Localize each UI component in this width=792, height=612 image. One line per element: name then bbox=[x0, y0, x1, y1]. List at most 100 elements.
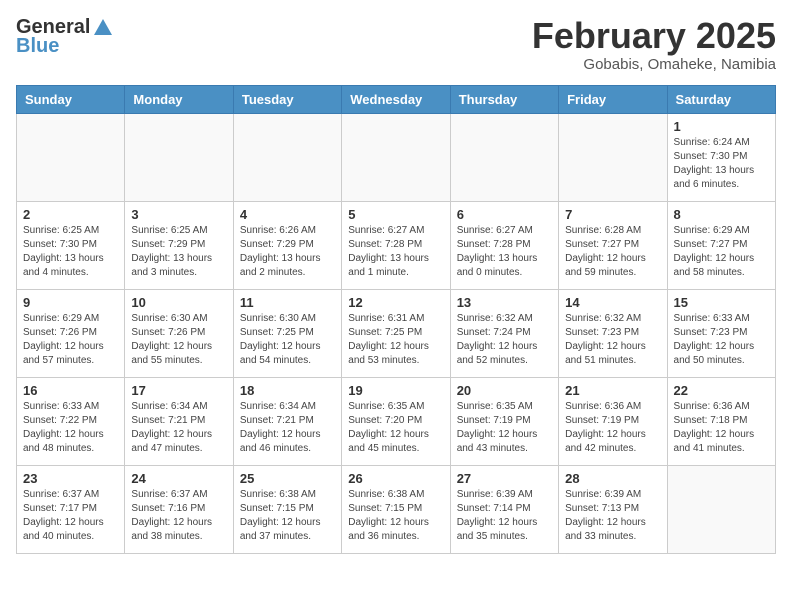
calendar-cell: 11 Sunrise: 6:30 AM Sunset: 7:25 PM Dayli… bbox=[233, 289, 341, 377]
day-number: 28 bbox=[565, 471, 660, 486]
calendar-cell: 15Sunrise: 6:33 AM Sunset: 7:23 PM Dayli… bbox=[667, 289, 775, 377]
calendar-cell bbox=[233, 113, 341, 201]
calendar-cell: 1Sunrise: 6:24 AM Sunset: 7:30 PM Daylig… bbox=[667, 113, 775, 201]
calendar-cell: 9 Sunrise: 6:29 AM Sunset: 7:26 PM Daylig… bbox=[17, 289, 125, 377]
day-number: 4 bbox=[240, 207, 335, 222]
day-info: Sunrise: 6:32 AM Sunset: 7:23 PM Dayligh… bbox=[565, 312, 660, 368]
day-number: 26 bbox=[348, 471, 443, 486]
logo: General Blue bbox=[16, 16, 114, 58]
week-row-4: 16 Sunrise: 6:33 AM Sunset: 7:22 PM Dayli… bbox=[17, 377, 776, 465]
day-number: 18 bbox=[240, 383, 335, 398]
logo-blue-text: Blue bbox=[16, 35, 59, 58]
page-header: General Blue February 2025 Gobabis, Omah… bbox=[16, 16, 776, 73]
day-info: Sunrise: 6:33 AM Sunset: 7:22 PM Dayligh… bbox=[23, 400, 118, 456]
day-number: 20 bbox=[457, 383, 552, 398]
day-number: 21 bbox=[565, 383, 660, 398]
day-info: Sunrise: 6:26 AM Sunset: 7:29 PM Dayligh… bbox=[240, 224, 335, 280]
day-info: Sunrise: 6:30 AM Sunset: 7:26 PM Dayligh… bbox=[131, 312, 226, 368]
calendar-cell: 7 Sunrise: 6:28 AM Sunset: 7:27 PM Daylig… bbox=[559, 201, 667, 289]
day-number: 13 bbox=[457, 295, 552, 310]
calendar-cell: 19 Sunrise: 6:35 AM Sunset: 7:20 PM Dayli… bbox=[342, 377, 450, 465]
day-info: Sunrise: 6:38 AM Sunset: 7:15 PM Dayligh… bbox=[348, 488, 443, 544]
day-number: 12 bbox=[348, 295, 443, 310]
day-info: Sunrise: 6:39 AM Sunset: 7:13 PM Dayligh… bbox=[565, 488, 660, 544]
day-info: Sunrise: 6:25 AM Sunset: 7:30 PM Dayligh… bbox=[23, 224, 118, 280]
week-row-5: 23 Sunrise: 6:37 AM Sunset: 7:17 PM Dayli… bbox=[17, 465, 776, 553]
day-number: 3 bbox=[131, 207, 226, 222]
day-info: Sunrise: 6:28 AM Sunset: 7:27 PM Dayligh… bbox=[565, 224, 660, 280]
weekday-header-wednesday: Wednesday bbox=[342, 85, 450, 113]
day-number: 17 bbox=[131, 383, 226, 398]
calendar-cell: 27Sunrise: 6:39 AM Sunset: 7:14 PM Dayli… bbox=[450, 465, 558, 553]
day-info: Sunrise: 6:29 AM Sunset: 7:27 PM Dayligh… bbox=[674, 224, 769, 280]
week-row-1: 1Sunrise: 6:24 AM Sunset: 7:30 PM Daylig… bbox=[17, 113, 776, 201]
calendar-cell: 4 Sunrise: 6:26 AM Sunset: 7:29 PM Daylig… bbox=[233, 201, 341, 289]
day-number: 10 bbox=[131, 295, 226, 310]
calendar-cell: 8 Sunrise: 6:29 AM Sunset: 7:27 PM Daylig… bbox=[667, 201, 775, 289]
calendar-cell: 21 Sunrise: 6:36 AM Sunset: 7:19 PM Dayli… bbox=[559, 377, 667, 465]
calendar-cell: 24Sunrise: 6:37 AM Sunset: 7:16 PM Dayli… bbox=[125, 465, 233, 553]
weekday-header-saturday: Saturday bbox=[667, 85, 775, 113]
calendar-cell bbox=[342, 113, 450, 201]
month-year-title: February 2025 bbox=[532, 16, 776, 56]
weekday-header-thursday: Thursday bbox=[450, 85, 558, 113]
calendar-cell: 6 Sunrise: 6:27 AM Sunset: 7:28 PM Daylig… bbox=[450, 201, 558, 289]
day-number: 8 bbox=[674, 207, 769, 222]
calendar-cell bbox=[17, 113, 125, 201]
calendar-cell: 26 Sunrise: 6:38 AM Sunset: 7:15 PM Dayli… bbox=[342, 465, 450, 553]
day-info: Sunrise: 6:32 AM Sunset: 7:24 PM Dayligh… bbox=[457, 312, 552, 368]
calendar-cell: 2 Sunrise: 6:25 AM Sunset: 7:30 PM Daylig… bbox=[17, 201, 125, 289]
calendar-cell bbox=[125, 113, 233, 201]
day-info: Sunrise: 6:35 AM Sunset: 7:19 PM Dayligh… bbox=[457, 400, 552, 456]
calendar-table: SundayMondayTuesdayWednesdayThursdayFrid… bbox=[16, 85, 776, 554]
day-info: Sunrise: 6:34 AM Sunset: 7:21 PM Dayligh… bbox=[131, 400, 226, 456]
day-number: 23 bbox=[23, 471, 118, 486]
week-row-3: 9 Sunrise: 6:29 AM Sunset: 7:26 PM Daylig… bbox=[17, 289, 776, 377]
day-info: Sunrise: 6:31 AM Sunset: 7:25 PM Dayligh… bbox=[348, 312, 443, 368]
day-number: 9 bbox=[23, 295, 118, 310]
calendar-cell: 5 Sunrise: 6:27 AM Sunset: 7:28 PM Daylig… bbox=[342, 201, 450, 289]
day-number: 22 bbox=[674, 383, 769, 398]
day-number: 27 bbox=[457, 471, 552, 486]
calendar-cell bbox=[559, 113, 667, 201]
day-number: 11 bbox=[240, 295, 335, 310]
day-number: 6 bbox=[457, 207, 552, 222]
day-info: Sunrise: 6:29 AM Sunset: 7:26 PM Dayligh… bbox=[23, 312, 118, 368]
calendar-cell: 12 Sunrise: 6:31 AM Sunset: 7:25 PM Dayli… bbox=[342, 289, 450, 377]
day-info: Sunrise: 6:36 AM Sunset: 7:19 PM Dayligh… bbox=[565, 400, 660, 456]
calendar-cell: 25Sunrise: 6:38 AM Sunset: 7:15 PM Dayli… bbox=[233, 465, 341, 553]
day-info: Sunrise: 6:27 AM Sunset: 7:28 PM Dayligh… bbox=[348, 224, 443, 280]
calendar-cell bbox=[450, 113, 558, 201]
day-info: Sunrise: 6:37 AM Sunset: 7:16 PM Dayligh… bbox=[131, 488, 226, 544]
day-info: Sunrise: 6:35 AM Sunset: 7:20 PM Dayligh… bbox=[348, 400, 443, 456]
day-number: 7 bbox=[565, 207, 660, 222]
logo-icon bbox=[92, 17, 114, 39]
week-row-2: 2 Sunrise: 6:25 AM Sunset: 7:30 PM Daylig… bbox=[17, 201, 776, 289]
day-info: Sunrise: 6:30 AM Sunset: 7:25 PM Dayligh… bbox=[240, 312, 335, 368]
calendar-cell: 22Sunrise: 6:36 AM Sunset: 7:18 PM Dayli… bbox=[667, 377, 775, 465]
calendar-cell: 17 Sunrise: 6:34 AM Sunset: 7:21 PM Dayli… bbox=[125, 377, 233, 465]
day-number: 19 bbox=[348, 383, 443, 398]
day-number: 5 bbox=[348, 207, 443, 222]
calendar-cell: 13 Sunrise: 6:32 AM Sunset: 7:24 PM Dayli… bbox=[450, 289, 558, 377]
day-info: Sunrise: 6:34 AM Sunset: 7:21 PM Dayligh… bbox=[240, 400, 335, 456]
day-info: Sunrise: 6:37 AM Sunset: 7:17 PM Dayligh… bbox=[23, 488, 118, 544]
weekday-header-friday: Friday bbox=[559, 85, 667, 113]
calendar-cell: 10 Sunrise: 6:30 AM Sunset: 7:26 PM Dayli… bbox=[125, 289, 233, 377]
weekday-header-monday: Monday bbox=[125, 85, 233, 113]
day-info: Sunrise: 6:33 AM Sunset: 7:23 PM Dayligh… bbox=[674, 312, 769, 368]
day-info: Sunrise: 6:24 AM Sunset: 7:30 PM Dayligh… bbox=[674, 136, 769, 192]
calendar-cell: 16 Sunrise: 6:33 AM Sunset: 7:22 PM Dayli… bbox=[17, 377, 125, 465]
location-subtitle: Gobabis, Omaheke, Namibia bbox=[532, 56, 776, 73]
calendar-cell: 20 Sunrise: 6:35 AM Sunset: 7:19 PM Dayli… bbox=[450, 377, 558, 465]
weekday-header-tuesday: Tuesday bbox=[233, 85, 341, 113]
day-number: 16 bbox=[23, 383, 118, 398]
day-info: Sunrise: 6:25 AM Sunset: 7:29 PM Dayligh… bbox=[131, 224, 226, 280]
calendar-cell: 23 Sunrise: 6:37 AM Sunset: 7:17 PM Dayli… bbox=[17, 465, 125, 553]
day-info: Sunrise: 6:27 AM Sunset: 7:28 PM Dayligh… bbox=[457, 224, 552, 280]
day-info: Sunrise: 6:38 AM Sunset: 7:15 PM Dayligh… bbox=[240, 488, 335, 544]
day-number: 2 bbox=[23, 207, 118, 222]
calendar-cell: 3 Sunrise: 6:25 AM Sunset: 7:29 PM Daylig… bbox=[125, 201, 233, 289]
weekday-header-row: SundayMondayTuesdayWednesdayThursdayFrid… bbox=[17, 85, 776, 113]
title-block: February 2025 Gobabis, Omaheke, Namibia bbox=[532, 16, 776, 73]
